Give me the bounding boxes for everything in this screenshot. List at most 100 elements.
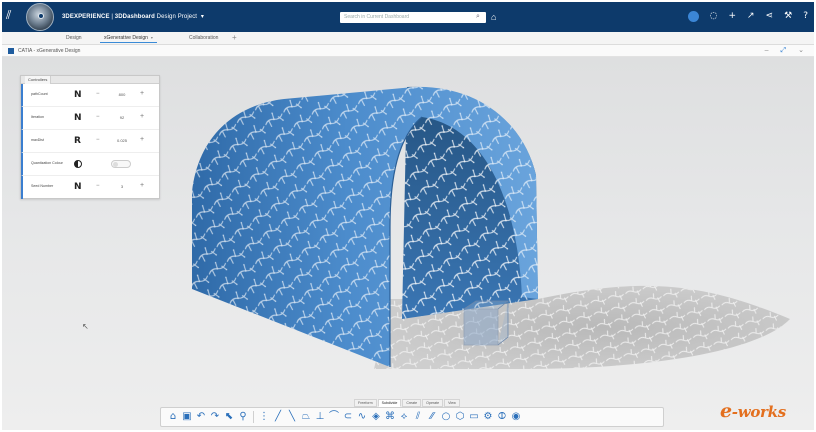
user-avatar[interactable]: [687, 11, 699, 22]
param-label: maxDist: [31, 138, 44, 142]
search-icon[interactable]: ⌕: [476, 13, 484, 21]
decrement-button[interactable]: −: [96, 91, 100, 97]
param-value[interactable]: 800: [111, 92, 133, 97]
polygon-icon[interactable]: ⬡: [454, 410, 466, 424]
spline-icon[interactable]: ∿: [356, 410, 368, 424]
compass-center[interactable]: [38, 13, 44, 19]
param-row: Quantization Colour: [21, 153, 159, 176]
diagonal-icon[interactable]: ╲: [286, 410, 298, 424]
widget-menu-icon[interactable]: ⌄: [798, 46, 804, 55]
param-row: Seed Number N − 3 +: [21, 176, 159, 199]
minimize-icon[interactable]: –: [765, 46, 769, 55]
param-label: Seed Number: [31, 184, 54, 188]
param-label: pathCount: [31, 92, 48, 96]
tab-label: xGenerative Design: [104, 35, 148, 41]
compass-arrow-icon[interactable]: ↗: [747, 10, 755, 23]
breadcrumb: CATIA - xGenerative Design: [18, 48, 81, 54]
real-type-icon: R: [74, 136, 81, 146]
arc-icon[interactable]: ⊂: [342, 410, 354, 424]
gear-icon[interactable]: ⚙: [482, 410, 494, 424]
grid-icon[interactable]: ⋮: [258, 410, 270, 424]
toolbar-separator: [253, 411, 254, 423]
catia-app-icon: [8, 48, 14, 54]
blend-icon[interactable]: ⟡: [398, 410, 410, 424]
param-value[interactable]: 3: [111, 184, 133, 189]
tab-label: Design: [66, 35, 82, 41]
cmd-tab-freeform[interactable]: Freeform: [354, 399, 377, 407]
app-title[interactable]: 3DEXPERIENCE | 3DDashboard Design Projec…: [62, 13, 204, 20]
breadcrumb-bar: CATIA - xGenerative Design – ⤢ ⌄: [2, 45, 814, 57]
chevron-down-icon[interactable]: ▾: [201, 14, 204, 20]
search-input[interactable]: Search in Current Dashboard: [340, 12, 486, 23]
add-tab-icon[interactable]: +: [232, 33, 237, 42]
manipulator-box[interactable]: [463, 308, 499, 346]
e-works-watermark: e-works: [720, 400, 786, 422]
integer-type-icon: N: [74, 113, 82, 123]
increment-button[interactable]: +: [140, 113, 144, 120]
add-icon[interactable]: +: [729, 10, 737, 23]
ds-logo-icon[interactable]: ⫽: [6, 8, 24, 26]
increment-button[interactable]: +: [140, 182, 144, 189]
project-name: Design Project: [156, 14, 198, 20]
tag-icon[interactable]: ⌂: [491, 11, 496, 23]
app-window: ⫽ 3DEXPERIENCE | 3DDashboard Design Proj…: [2, 2, 814, 430]
compass-icon[interactable]: [26, 3, 54, 31]
circle-icon[interactable]: ○: [440, 410, 452, 424]
sweep-icon[interactable]: ⌘: [384, 410, 396, 424]
increment-button[interactable]: +: [140, 136, 144, 143]
line-icon[interactable]: ╱: [272, 410, 284, 424]
undo-icon[interactable]: ↶: [195, 410, 207, 424]
param-row: maxDist R − 0.025 +: [21, 130, 159, 153]
share-network-icon[interactable]: ⋖: [766, 10, 774, 23]
redo-icon[interactable]: ↷: [209, 410, 221, 424]
param-value[interactable]: 0.025: [111, 138, 133, 143]
tab-collaboration[interactable]: Collaboration: [185, 34, 222, 42]
param-value[interactable]: 92: [111, 115, 133, 120]
chevron-down-icon[interactable]: ▾: [151, 35, 153, 40]
cmd-tab-view[interactable]: View: [444, 399, 460, 407]
command-tabs: Freeform Subdivide Create Operate View: [354, 399, 460, 407]
cmd-tab-create[interactable]: Create: [402, 399, 422, 407]
tools-icon[interactable]: ⚒: [784, 10, 792, 23]
decrement-button[interactable]: −: [96, 137, 100, 143]
rectangle-icon[interactable]: ▭: [468, 410, 480, 424]
top-bar: ⫽ 3DEXPERIENCE | 3DDashboard Design Proj…: [2, 2, 814, 32]
home-icon[interactable]: ⌂: [167, 410, 179, 424]
mouse-cursor-icon: ↖: [82, 322, 89, 331]
curve-icon[interactable]: ⌒: [328, 410, 340, 424]
tree-icon[interactable]: ⚲: [237, 410, 249, 424]
quantization-toggle[interactable]: [111, 160, 131, 168]
offset-icon[interactable]: ⫽: [412, 410, 424, 424]
decrement-button[interactable]: −: [96, 114, 100, 120]
param-label: Iteration: [31, 115, 44, 119]
integer-type-icon: N: [74, 90, 82, 100]
cmd-tab-subdivide[interactable]: Subdivide: [377, 399, 402, 407]
app-name: 3DDashboard: [114, 14, 155, 20]
help-icon[interactable]: ?: [803, 10, 808, 23]
panel-tab-controllers[interactable]: Controllers: [25, 76, 52, 84]
cylinder-icon[interactable]: ⦷: [496, 410, 508, 424]
increment-button[interactable]: +: [140, 90, 144, 97]
plane-icon[interactable]: ⏢: [300, 410, 312, 424]
decrement-button[interactable]: −: [96, 183, 100, 189]
panel-header: Controllers: [21, 76, 159, 84]
cmd-tab-operate[interactable]: Operate: [422, 399, 444, 407]
pattern-icon[interactable]: ⁄⁄: [426, 410, 438, 424]
integer-type-icon: N: [74, 182, 82, 192]
param-label: Quantization Colour: [31, 161, 63, 165]
tab-design[interactable]: Design: [62, 34, 86, 42]
select-icon[interactable]: ⬉: [223, 410, 235, 424]
surface-icon[interactable]: ◈: [370, 410, 382, 424]
sphere-icon[interactable]: ◉: [510, 410, 522, 424]
header-actions: ◌ + ↗ ⋖ ⚒ ?: [687, 10, 808, 23]
param-row: pathCount N − 800 +: [21, 84, 159, 107]
share-icon[interactable]: ◌: [710, 10, 718, 23]
parameters-panel: Controllers pathCount N − 800 + Iteratio…: [20, 75, 160, 199]
param-row: Iteration N − 92 +: [21, 107, 159, 130]
axis-icon[interactable]: ⊥: [314, 410, 326, 424]
3d-viewport[interactable]: Controllers pathCount N − 800 + Iteratio…: [2, 57, 814, 430]
widget-controls: – ⤢ ⌄: [765, 46, 804, 55]
save-icon[interactable]: ▣: [181, 410, 193, 424]
expand-icon[interactable]: ⤢: [781, 46, 787, 55]
tab-xgenerative-design[interactable]: xGenerative Design ▾: [100, 34, 157, 43]
